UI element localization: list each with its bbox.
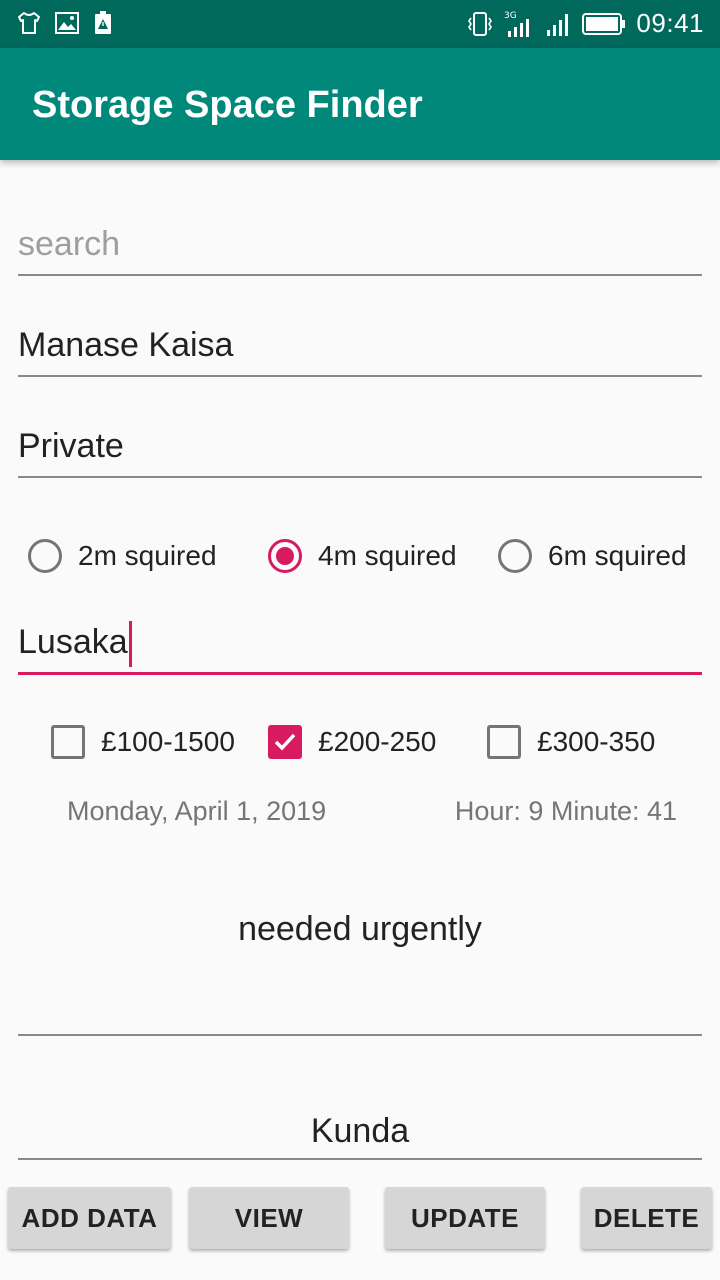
time-display[interactable]: Hour: 9 Minute: 41 <box>455 796 677 827</box>
contact-field[interactable]: Kunda <box>18 1100 702 1160</box>
update-button[interactable]: UPDATE <box>385 1187 545 1249</box>
location-value: Lusaka <box>18 623 128 661</box>
notes-value: needed urgently <box>238 910 482 948</box>
search-input[interactable] <box>18 214 702 275</box>
search-field[interactable] <box>18 214 702 276</box>
checkbox-label: £200-250 <box>318 726 437 757</box>
checkbox-checked-icon[interactable] <box>268 725 302 759</box>
warning-icon <box>95 11 111 34</box>
vibrate-icon <box>468 11 493 36</box>
name-value: Manase Kaisa <box>18 326 234 364</box>
tshirt-icon <box>18 12 40 34</box>
type-value: Private <box>18 427 124 465</box>
date-display[interactable]: Monday, April 1, 2019 <box>67 796 326 827</box>
view-button[interactable]: VIEW <box>189 1187 349 1249</box>
add-data-button[interactable]: ADD DATA <box>8 1187 171 1249</box>
checkbox-price-200-250[interactable]: £200-250 <box>268 722 436 762</box>
signal-3g-icon: 3G <box>504 11 530 37</box>
checkbox-price-100-1500[interactable]: £100-1500 <box>51 722 235 762</box>
signal-icon <box>547 13 569 36</box>
status-bar: 3G 09:41 <box>0 0 720 48</box>
radio-dot <box>276 547 294 565</box>
checkbox-icon[interactable] <box>487 725 521 759</box>
radio-button-checked-icon[interactable] <box>268 539 302 573</box>
type-field[interactable]: Private <box>18 416 702 478</box>
checkbox-icon[interactable] <box>51 725 85 759</box>
radio-button-icon[interactable] <box>28 539 62 573</box>
image-icon <box>55 12 79 34</box>
status-left-icons <box>16 10 114 36</box>
radio-label: 4m squired <box>318 540 457 571</box>
radio-size-6m[interactable]: 6m squired <box>498 535 687 577</box>
app-bar: Storage Space Finder <box>0 48 720 160</box>
contact-value: Kunda <box>310 1112 410 1150</box>
status-time: 09:41 <box>636 8 704 38</box>
text-cursor <box>128 621 132 668</box>
radio-label: 6m squired <box>548 540 687 571</box>
name-field[interactable]: Manase Kaisa <box>18 315 702 377</box>
checkbox-label: £100-1500 <box>101 726 235 757</box>
checkbox-price-300-350[interactable]: £300-350 <box>487 722 655 762</box>
radio-button-icon[interactable] <box>498 539 532 573</box>
delete-button[interactable]: DELETE <box>581 1187 712 1249</box>
network-type-label: 3G <box>504 11 517 21</box>
radio-label: 2m squired <box>78 540 217 571</box>
app-title: Storage Space Finder <box>32 84 423 126</box>
checkmark-icon <box>274 733 296 751</box>
battery-icon <box>582 12 626 35</box>
location-field[interactable]: Lusaka <box>18 612 702 675</box>
notes-field[interactable]: needed urgently <box>18 880 702 1036</box>
status-right-icons: 3G 09:41 <box>466 8 704 39</box>
radio-size-4m[interactable]: 4m squired <box>268 535 457 577</box>
checkbox-label: £300-350 <box>537 726 656 757</box>
radio-size-2m[interactable]: 2m squired <box>28 535 217 577</box>
